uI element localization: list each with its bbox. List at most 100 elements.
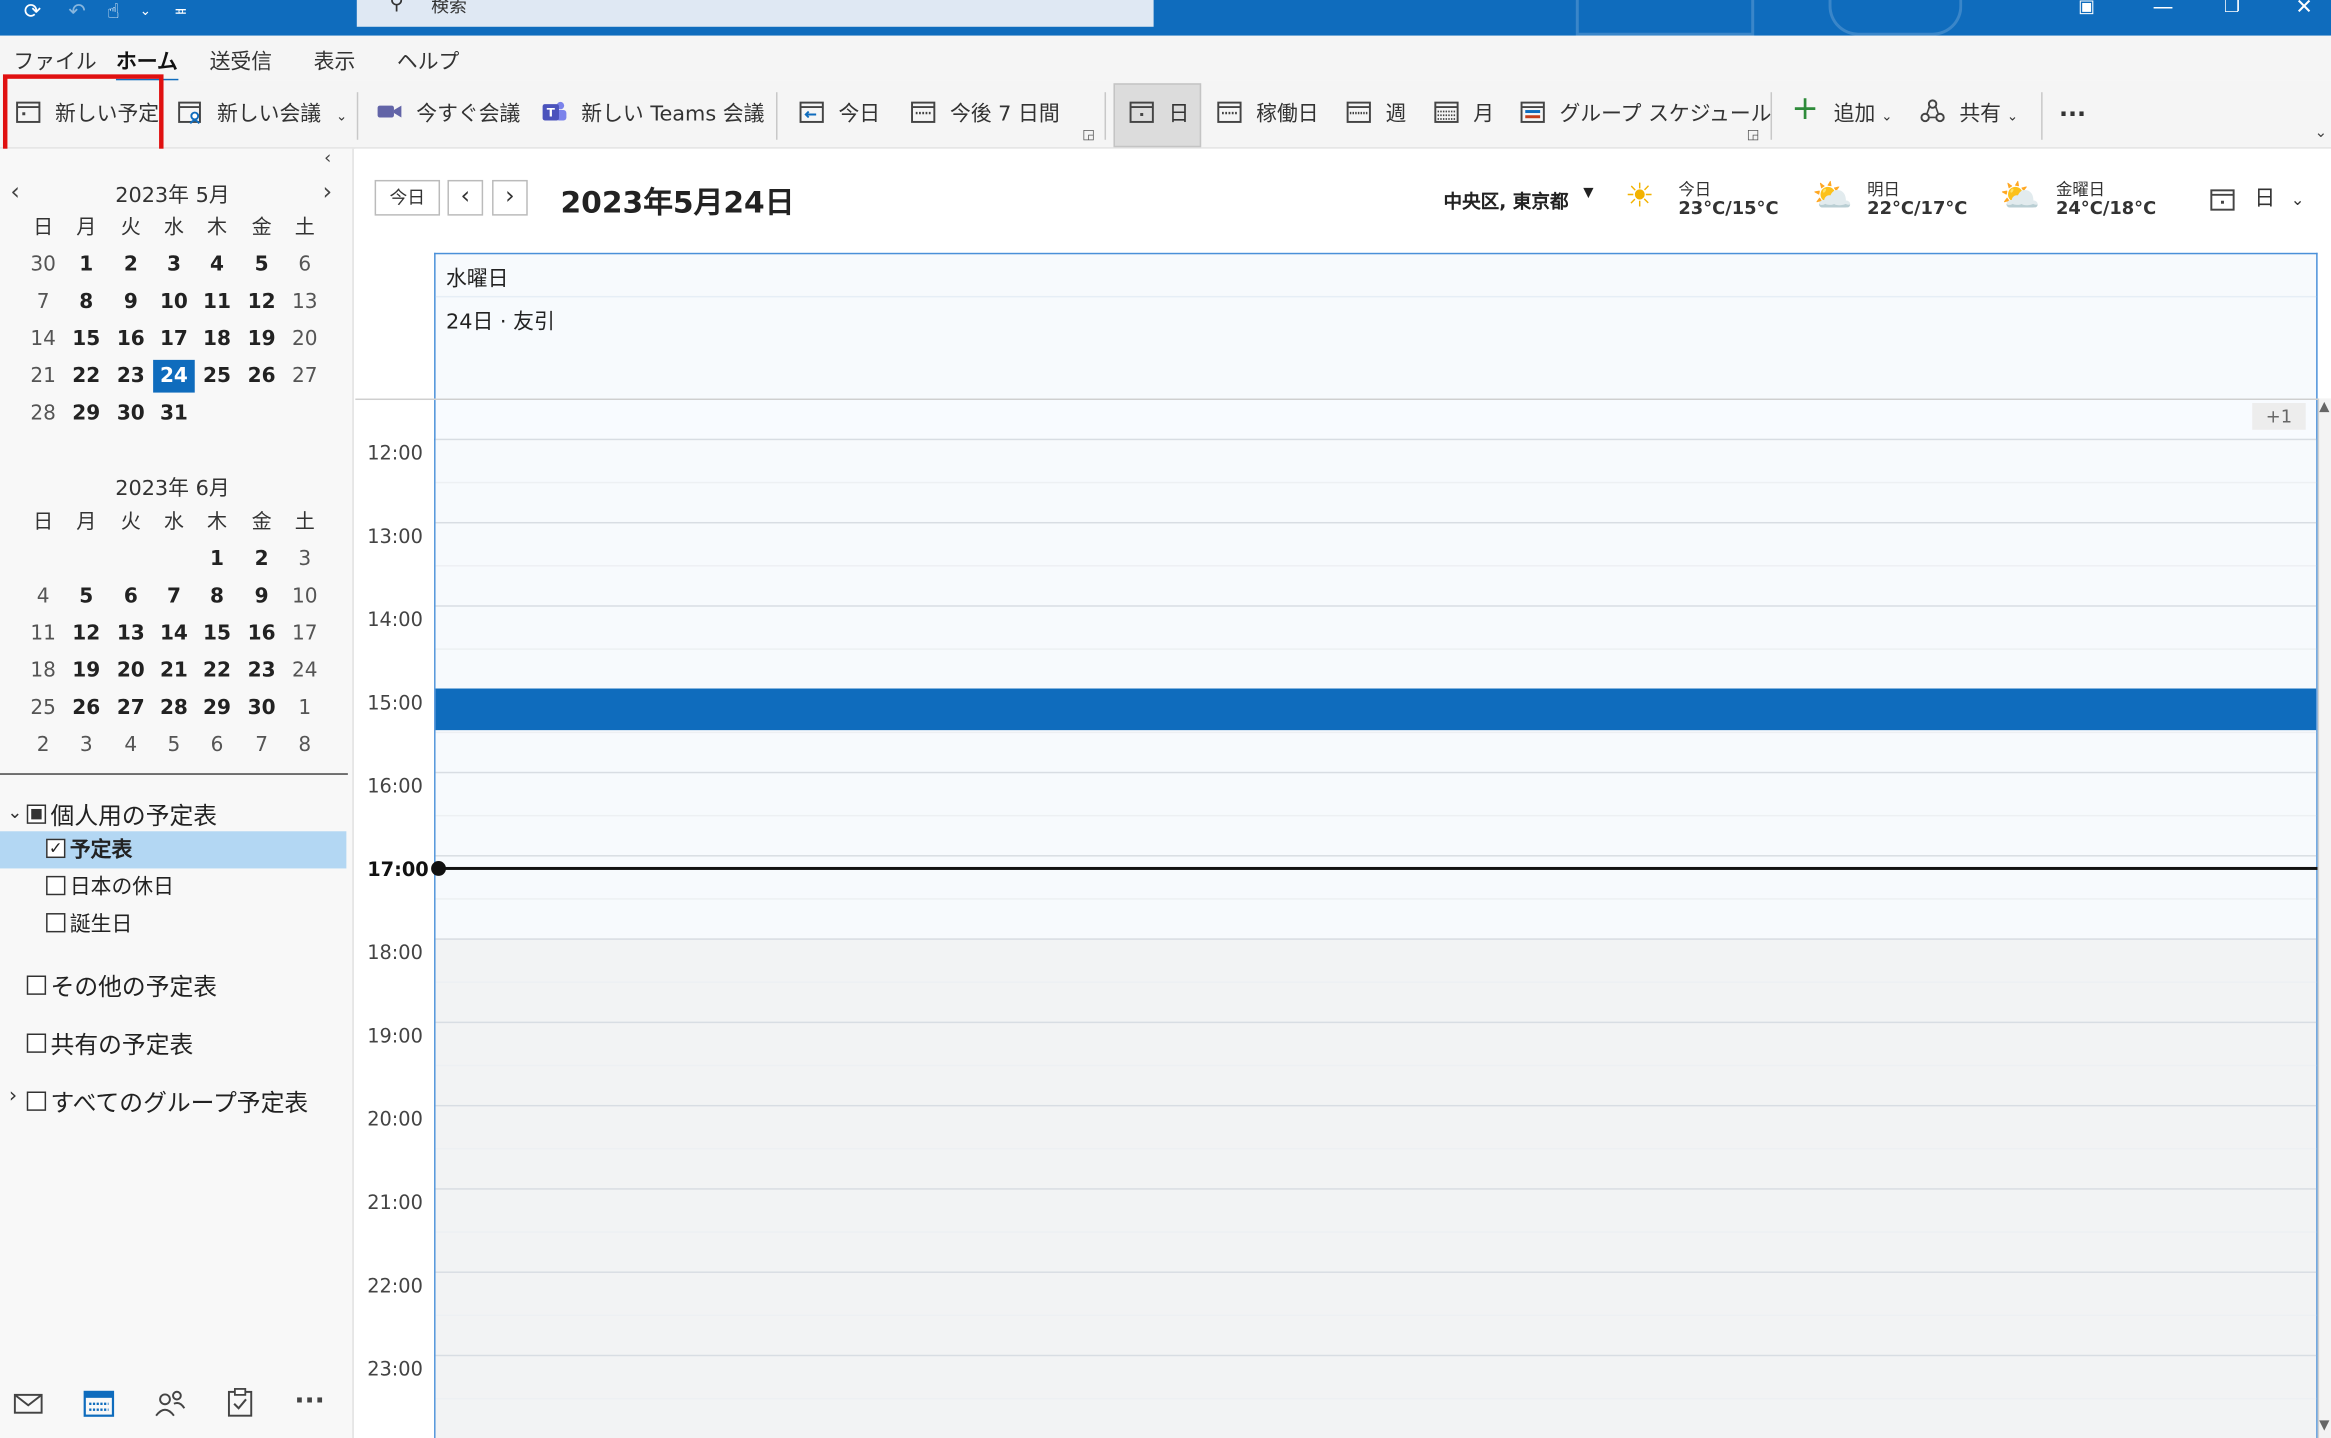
minical-day[interactable]: 3	[284, 543, 326, 576]
scroll-up-icon[interactable]: ▲	[2319, 400, 2329, 415]
calendar-item-holidays[interactable]: 日本の休日	[46, 871, 174, 901]
minical-day[interactable]: 22	[196, 654, 238, 687]
minical-day[interactable]: 18	[22, 654, 64, 687]
hour-slot[interactable]	[435, 1021, 2317, 1105]
group-schedule-button[interactable]: グループ スケジュール	[1519, 95, 1772, 134]
minical-day[interactable]: 1	[284, 691, 326, 724]
minical-day[interactable]: 8	[196, 580, 238, 613]
minical-day[interactable]: 7	[22, 286, 64, 319]
minical-day[interactable]: 5	[241, 248, 283, 281]
minical-day[interactable]: 31	[153, 397, 195, 430]
next-day-button[interactable]: ›	[492, 179, 528, 216]
minical-day[interactable]: 29	[65, 397, 107, 430]
coming-soon-icon[interactable]: ▣	[2078, 0, 2095, 16]
minical-day[interactable]: 3	[65, 729, 107, 762]
minical-day[interactable]: 7	[153, 580, 195, 613]
group-checkbox[interactable]	[26, 975, 47, 995]
menu-home[interactable]: ホーム	[115, 46, 178, 84]
more-options-button[interactable]: ···	[2059, 95, 2086, 134]
minical-day[interactable]: 12	[65, 617, 107, 650]
minical-day[interactable]: 25	[22, 691, 64, 724]
minical-day[interactable]: 1	[65, 248, 107, 281]
minical-day[interactable]: 14	[153, 617, 195, 650]
hour-slot[interactable]	[435, 938, 2317, 1022]
minical-day[interactable]: 14	[22, 323, 64, 356]
minical-day[interactable]: 10	[284, 580, 326, 613]
minical-day[interactable]: 6	[110, 580, 152, 613]
new-meeting-button[interactable]: 新しい会議 ⌄	[177, 95, 347, 134]
minical-day[interactable]: 16	[110, 323, 152, 356]
menu-help[interactable]: ヘルプ	[397, 46, 459, 76]
view-switcher[interactable]: 日 ⌄	[2209, 183, 2304, 213]
dialog-launcher-icon[interactable]: ◲	[1082, 128, 1095, 143]
hour-slot[interactable]	[435, 521, 2317, 606]
minical-day[interactable]: 11	[196, 286, 238, 319]
new-teams-meeting-button[interactable]: T 新しい Teams 会議	[541, 95, 764, 134]
chevron-right-icon[interactable]: ›	[9, 1084, 17, 1108]
next-7-days-button[interactable]: 今後 7 日間	[910, 95, 1060, 134]
month-button[interactable]: 月	[1433, 95, 1494, 134]
minical-day[interactable]: 24	[284, 654, 326, 687]
minical-day[interactable]: 8	[65, 286, 107, 319]
chevron-down-icon[interactable]: ⌄	[1881, 110, 1892, 125]
more-events-badge[interactable]: +1	[2252, 402, 2306, 430]
minical-day[interactable]: 30	[241, 691, 283, 724]
calendar-icon[interactable]	[83, 1389, 115, 1417]
scroll-down-icon[interactable]: ▼	[2319, 1419, 2329, 1434]
all-day-slot[interactable]	[434, 400, 2318, 441]
calendar-group-other[interactable]: その他の予定表	[26, 967, 217, 1003]
next-month-icon[interactable]: ›	[323, 177, 333, 205]
vertical-scrollbar[interactable]: ▲ ▼	[2317, 398, 2331, 1438]
minical-day[interactable]: 9	[110, 286, 152, 319]
minical-day[interactable]: 21	[153, 654, 195, 687]
undo-icon[interactable]: ↶	[68, 0, 85, 24]
chevron-down-icon[interactable]: ⌄	[7, 802, 22, 823]
group-checkbox[interactable]	[26, 804, 47, 824]
minical-day[interactable]: 7	[241, 729, 283, 762]
minical-day[interactable]: 12	[241, 286, 283, 319]
add-calendar-button[interactable]: + 追加 ⌄	[1791, 93, 1892, 134]
calendar-item-primary[interactable]: ✓ 予定表	[46, 834, 132, 864]
calendar-checkbox-checked[interactable]: ✓	[46, 837, 66, 858]
minical-day[interactable]: 20	[284, 323, 326, 356]
minical-day[interactable]: 30	[22, 248, 64, 281]
minical-day[interactable]: 5	[153, 729, 195, 762]
hour-slot[interactable]	[435, 1104, 2317, 1189]
minical-day[interactable]: 19	[241, 323, 283, 356]
go-to-today-button[interactable]: 今日	[798, 95, 880, 134]
minical-day[interactable]: 16	[241, 617, 283, 650]
previous-day-button[interactable]: ‹	[447, 179, 484, 216]
calendar-checkbox[interactable]	[46, 912, 66, 932]
hour-slot[interactable]	[435, 771, 2317, 856]
hour-slot[interactable]	[435, 1271, 2317, 1355]
weather-location[interactable]: 中央区, 東京都	[1443, 186, 1568, 214]
minical-day[interactable]: 17	[284, 617, 326, 650]
minical-day[interactable]: 4	[196, 248, 238, 281]
minical-day[interactable]: 18	[196, 323, 238, 356]
selected-time-slot[interactable]	[435, 688, 2317, 731]
menu-file[interactable]: ファイル	[13, 46, 96, 76]
calendar-group-all-groups[interactable]: すべてのグループ予定表	[26, 1083, 308, 1119]
hour-slot[interactable]	[435, 605, 2317, 689]
calendar-group-personal[interactable]: 個人用の予定表	[26, 796, 217, 832]
share-calendar-button[interactable]: 共有 ⌄	[1919, 95, 2018, 134]
minical-day[interactable]: 23	[241, 654, 283, 687]
minical-day[interactable]: 21	[22, 360, 64, 393]
ribbon-collapse-icon[interactable]: ⌄	[2315, 125, 2327, 141]
hour-slot[interactable]	[435, 1354, 2317, 1438]
people-icon[interactable]	[153, 1389, 186, 1417]
sync-icon[interactable]: ⟳	[24, 0, 41, 24]
customize-qat-icon[interactable]: ≖	[174, 0, 188, 24]
week-button[interactable]: 週	[1345, 95, 1406, 134]
meet-now-button[interactable]: 今すぐ会議	[376, 95, 520, 134]
minical-day[interactable]: 2	[22, 729, 64, 762]
minical-day[interactable]: 17	[153, 323, 195, 356]
minical-day[interactable]: 13	[284, 286, 326, 319]
hour-slot[interactable]	[435, 1188, 2317, 1272]
minical-day[interactable]: 25	[196, 360, 238, 393]
minical-day[interactable]: 26	[241, 360, 283, 393]
minical-day[interactable]: 9	[241, 580, 283, 613]
mail-icon[interactable]	[13, 1393, 43, 1414]
minical-day[interactable]: 28	[22, 397, 64, 430]
minical-day[interactable]: 2	[110, 248, 152, 281]
